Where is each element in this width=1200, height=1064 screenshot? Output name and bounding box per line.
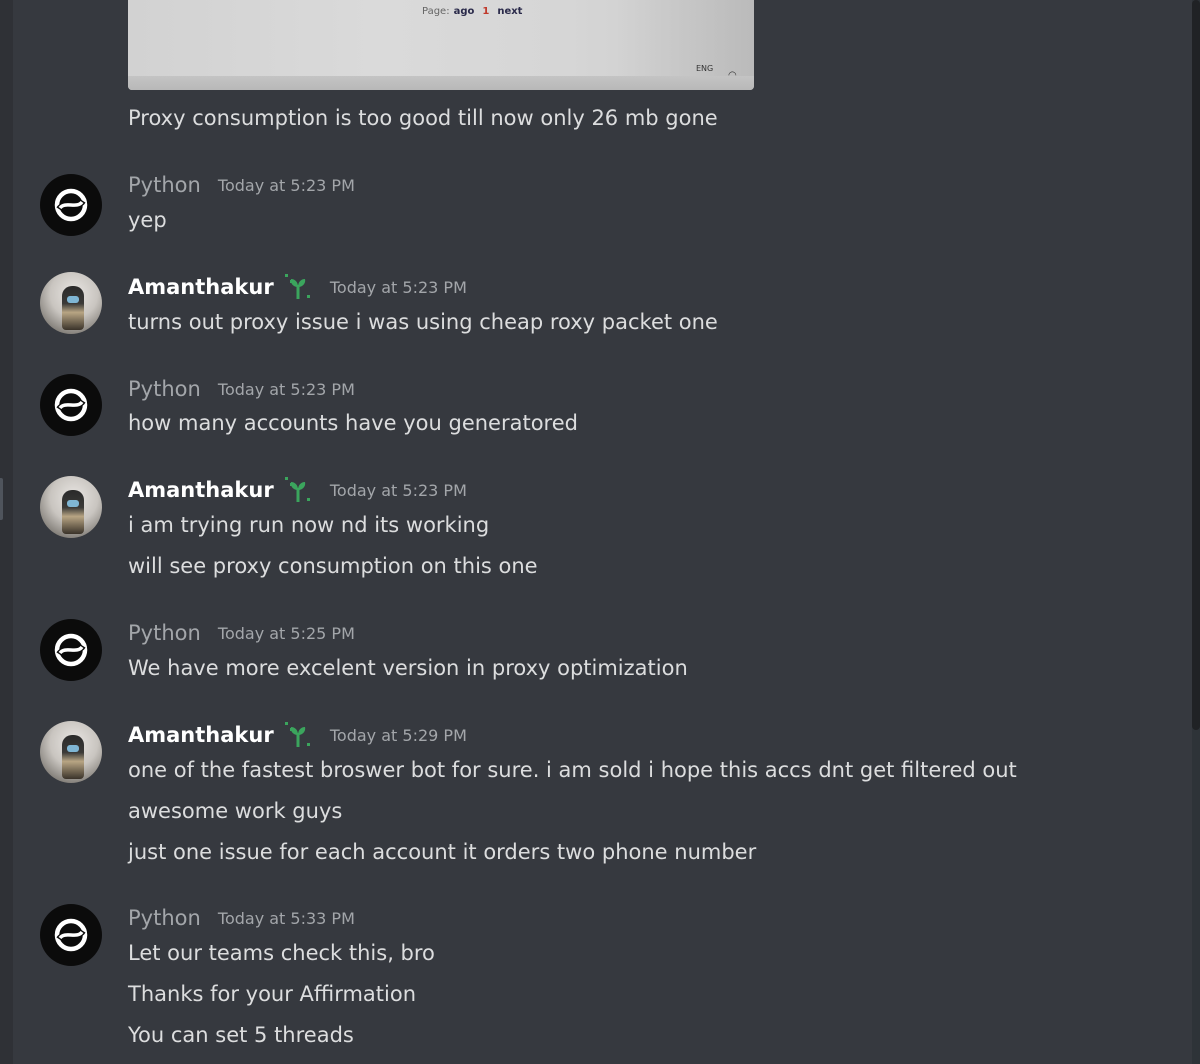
python-avatar-icon[interactable] bbox=[40, 619, 102, 681]
message-line: yep bbox=[128, 208, 167, 232]
early-supporter-badge-icon[interactable] bbox=[283, 273, 313, 301]
username[interactable]: Amanthakur bbox=[128, 478, 274, 502]
avatar-mask bbox=[67, 296, 79, 303]
timestamp[interactable]: Today at 5:23 PM bbox=[218, 176, 355, 195]
timestamp[interactable]: Today at 5:25 PM bbox=[218, 624, 355, 643]
message-line: Thanks for your Affirmation bbox=[128, 982, 417, 1006]
left-rail bbox=[0, 0, 13, 1064]
attachment-taskbar: ENG ◠ bbox=[128, 64, 754, 90]
username[interactable]: Python bbox=[128, 906, 201, 930]
timestamp[interactable]: Today at 5:29 PM bbox=[330, 726, 467, 745]
message-header: Python Today at 5:25 PM bbox=[128, 619, 355, 649]
python-avatar-icon[interactable] bbox=[40, 904, 102, 966]
image-attachment[interactable]: Page: ago 1 next ENG ◠ bbox=[128, 0, 754, 90]
message-header: Python Today at 5:23 PM bbox=[128, 171, 355, 201]
avatar[interactable] bbox=[40, 476, 102, 538]
early-supporter-badge-icon[interactable] bbox=[283, 721, 313, 749]
avatar[interactable] bbox=[40, 272, 102, 334]
timestamp[interactable]: Today at 5:23 PM bbox=[330, 278, 467, 297]
message-line: Proxy consumption is too good till now o… bbox=[128, 106, 718, 130]
username[interactable]: Python bbox=[128, 173, 201, 197]
timestamp[interactable]: Today at 5:23 PM bbox=[218, 380, 355, 399]
attachment-pager: Page: ago 1 next bbox=[422, 6, 522, 17]
username[interactable]: Amanthakur bbox=[128, 723, 274, 747]
avatar-figure bbox=[62, 286, 84, 330]
pager-prev: ago bbox=[453, 6, 475, 17]
message-line: awesome work guys bbox=[128, 799, 343, 823]
avatar-figure bbox=[62, 735, 84, 779]
message-header: Amanthakur Today at 5:23 PM bbox=[128, 476, 467, 506]
early-supporter-badge-icon[interactable] bbox=[283, 476, 313, 504]
tray-language: ENG bbox=[696, 64, 714, 73]
wifi-icon: ◠ bbox=[728, 70, 737, 81]
avatar-mask bbox=[67, 745, 79, 752]
timestamp[interactable]: Today at 5:23 PM bbox=[330, 481, 467, 500]
message-header: Amanthakur Today at 5:29 PM bbox=[128, 721, 467, 751]
username[interactable]: Python bbox=[128, 621, 201, 645]
message-line: turns out proxy issue i was using cheap … bbox=[128, 310, 718, 334]
avatar-mask bbox=[67, 500, 79, 507]
pager-current: 1 bbox=[482, 6, 490, 17]
message-header: Python Today at 5:23 PM bbox=[128, 375, 355, 405]
python-avatar-icon[interactable] bbox=[40, 374, 102, 436]
timestamp[interactable]: Today at 5:33 PM bbox=[218, 909, 355, 928]
message-line: i am trying run now nd its working bbox=[128, 513, 490, 537]
message-line: how many accounts have you generatored bbox=[128, 411, 578, 435]
message-line: will see proxy consumption on this one bbox=[128, 554, 538, 578]
message-line: one of the fastest broswer bot for sure.… bbox=[128, 758, 1017, 782]
username[interactable]: Python bbox=[128, 377, 201, 401]
pager-next: next bbox=[497, 6, 523, 17]
avatar-figure bbox=[62, 490, 84, 534]
scrollbar-thumb[interactable] bbox=[1192, 0, 1200, 730]
avatar[interactable] bbox=[40, 721, 102, 783]
python-avatar-icon[interactable] bbox=[40, 174, 102, 236]
message-line: just one issue for each account it order… bbox=[128, 840, 757, 864]
message-header: Amanthakur Today at 5:23 PM bbox=[128, 273, 467, 303]
message-line: We have more excelent version in proxy o… bbox=[128, 656, 688, 680]
scrollbar[interactable] bbox=[1192, 0, 1200, 1064]
message-line: Let our teams check this, bro bbox=[128, 941, 435, 965]
message-header: Python Today at 5:33 PM bbox=[128, 904, 355, 934]
username[interactable]: Amanthakur bbox=[128, 275, 274, 299]
pager-label: Page: bbox=[422, 6, 450, 17]
message-line: You can set 5 threads bbox=[128, 1023, 354, 1047]
unread-indicator bbox=[0, 478, 3, 520]
